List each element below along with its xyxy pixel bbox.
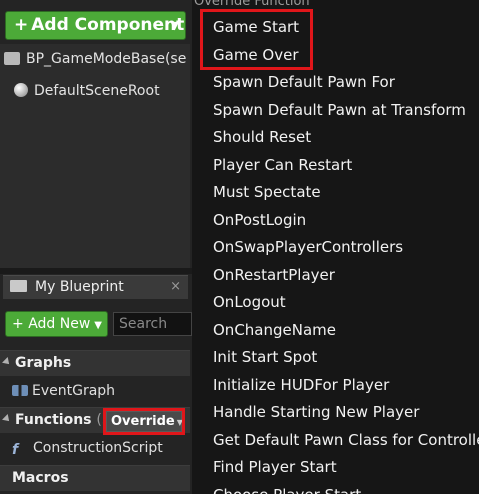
blueprint-class-icon xyxy=(4,52,20,65)
tree-item-default-scene-root[interactable]: DefaultSceneRoot xyxy=(14,80,160,102)
add-new-button[interactable]: + Add New ▼ xyxy=(5,311,108,337)
menu-item-must-spectate[interactable]: Must Spectate xyxy=(213,183,321,201)
plus-icon: + xyxy=(12,316,24,332)
menu-item-init-start-spot[interactable]: Init Start Spot xyxy=(213,348,317,366)
menu-item-onchangename[interactable]: OnChangeName xyxy=(213,321,336,339)
chevron-down-icon: ▼ xyxy=(94,320,102,331)
menu-item-choose-player-start[interactable]: Choose Player Start xyxy=(213,486,361,494)
chevron-down-icon: ▼ xyxy=(176,418,183,427)
menu-header: Override Function xyxy=(194,0,310,9)
graphs-section-header[interactable]: Graphs xyxy=(0,350,190,376)
override-label: Override xyxy=(111,414,175,429)
section-label: Functions xyxy=(15,412,92,428)
menu-item-onlogout[interactable]: OnLogout xyxy=(213,293,286,311)
blueprint-editor-left-panel: + Add Component ▼ BP_GameModeBase(se Defa… xyxy=(0,0,192,494)
expand-arrow-icon xyxy=(2,414,12,424)
menu-item-game-start[interactable]: Game Start xyxy=(213,18,299,36)
menu-item-get-default-pawn-class-for-controller[interactable]: Get Default Pawn Class for Controller xyxy=(213,431,479,449)
components-tree: BP_GameModeBase(se DefaultSceneRoot xyxy=(0,44,190,268)
chevron-down-icon: ▼ xyxy=(170,19,179,32)
section-label: Macros xyxy=(12,470,69,486)
tab-my-blueprint[interactable]: My Blueprint × xyxy=(3,275,188,299)
close-icon[interactable]: × xyxy=(170,276,181,298)
add-new-label: Add New xyxy=(28,316,91,332)
menu-item-onrestartplayer[interactable]: OnRestartPlayer xyxy=(213,266,335,284)
menu-item-spawn-default-pawn-at-transform[interactable]: Spawn Default Pawn at Transform xyxy=(213,101,466,119)
menu-item-handle-starting-new-player[interactable]: Handle Starting New Player xyxy=(213,403,419,421)
scene-component-icon xyxy=(14,83,28,97)
add-component-button[interactable]: + Add Component ▼ xyxy=(5,11,186,40)
macros-section-header[interactable]: Macros xyxy=(0,465,190,491)
tree-item-label: DefaultSceneRoot xyxy=(34,83,160,99)
item-label: EventGraph xyxy=(32,383,116,399)
menu-item-onswapplayercontrollers[interactable]: OnSwapPlayerControllers xyxy=(213,238,403,256)
tree-item-label: BP_GameModeBase(se xyxy=(26,51,187,67)
menu-item-spawn-default-pawn-for[interactable]: Spawn Default Pawn For xyxy=(213,73,395,91)
search-input[interactable]: Search xyxy=(113,312,192,336)
book-icon xyxy=(10,280,27,292)
item-label: ConstructionScript xyxy=(33,440,163,456)
menu-item-game-over[interactable]: Game Over xyxy=(213,46,299,64)
override-function-menu: Override Function Game Start Game Over Spa… xyxy=(192,0,479,494)
add-component-label: Add Component xyxy=(31,15,185,35)
expand-arrow-icon xyxy=(2,357,12,367)
panel-splitter[interactable] xyxy=(0,268,192,274)
menu-item-onpostlogin[interactable]: OnPostLogin xyxy=(213,211,306,229)
override-dropdown-button[interactable]: Override ▼ xyxy=(106,411,183,432)
function-item-constructionscript[interactable]: f ConstructionScript xyxy=(12,437,163,459)
menu-item-find-player-start[interactable]: Find Player Start xyxy=(213,458,337,476)
function-icon: f xyxy=(12,442,19,458)
section-label: Graphs xyxy=(15,355,72,371)
tree-item-gamemode[interactable]: BP_GameModeBase(se xyxy=(4,48,186,70)
event-graph-icon xyxy=(12,385,28,396)
tab-label: My Blueprint xyxy=(35,279,124,295)
graph-item-eventgraph[interactable]: EventGraph xyxy=(12,380,115,402)
menu-item-initialize-hudfor-player[interactable]: Initialize HUDFor Player xyxy=(213,376,389,394)
menu-item-player-can-restart[interactable]: Player Can Restart xyxy=(213,156,352,174)
plus-icon: + xyxy=(14,15,29,35)
menu-item-should-reset[interactable]: Should Reset xyxy=(213,128,311,146)
